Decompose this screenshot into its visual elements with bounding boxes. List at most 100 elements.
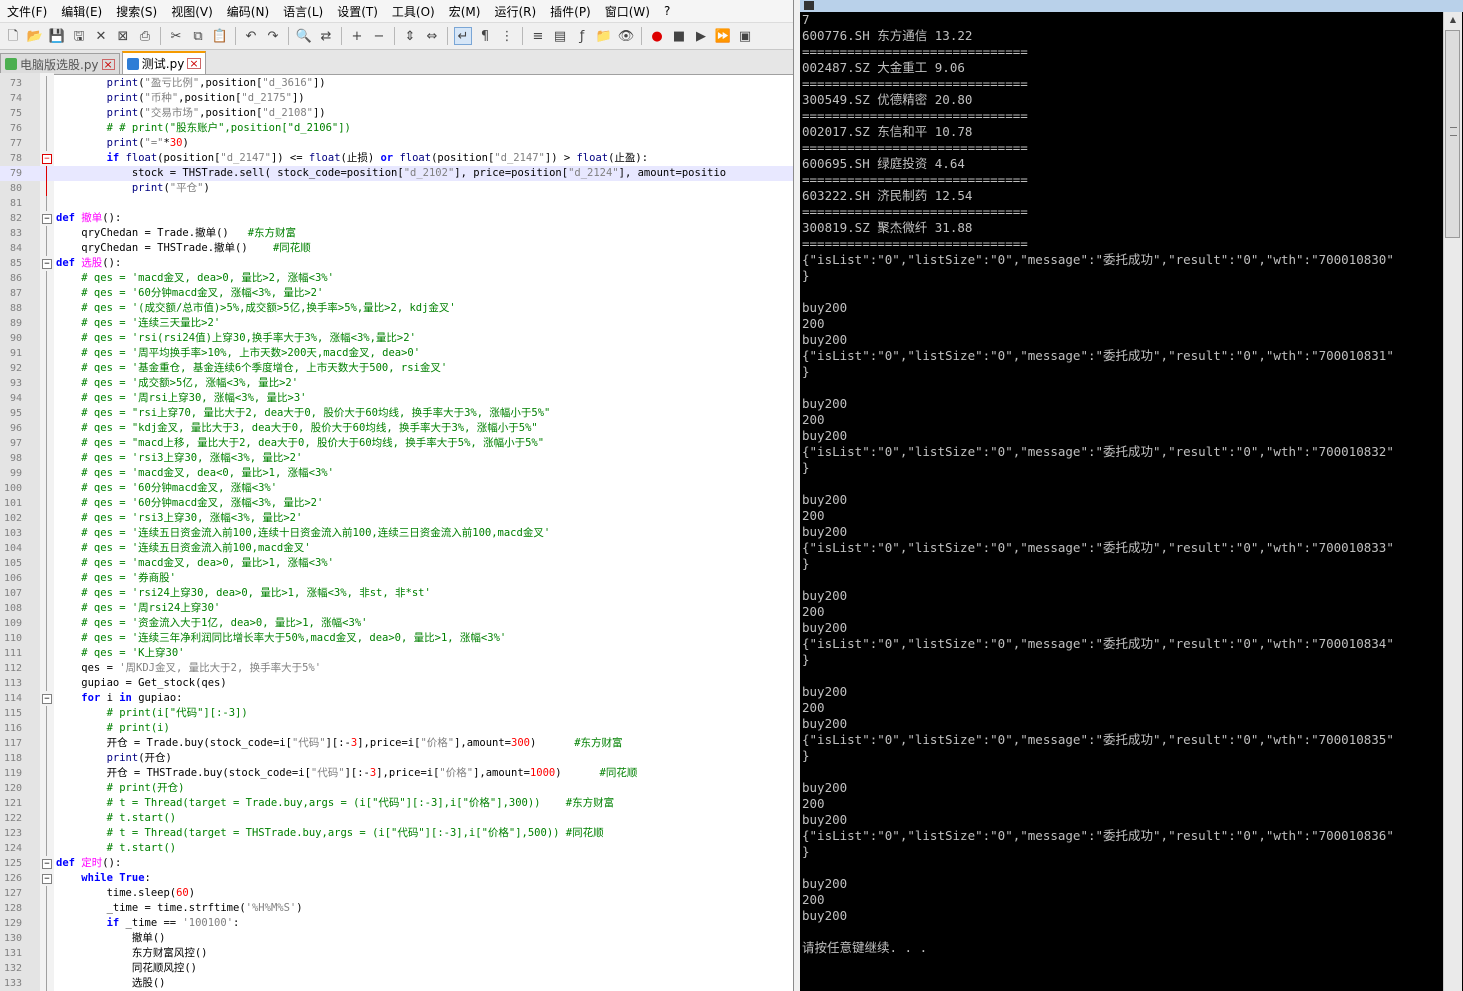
code-line[interactable]: 115 # print(i["代码"][:-3]): [0, 706, 793, 721]
print-icon[interactable]: ⎙: [136, 27, 154, 45]
code-line[interactable]: 95 # qes = "rsi上穿70, 量比大于2, dea大于0, 股价大于…: [0, 406, 793, 421]
menu-item[interactable]: 窗口(W): [598, 3, 657, 20]
find-icon[interactable]: 🔍: [295, 27, 313, 45]
code-line[interactable]: 89 # qes = '连续三天量比>2': [0, 316, 793, 331]
close-tab-icon[interactable]: ×: [187, 58, 201, 69]
code-line[interactable]: 94 # qes = '周rsi上穿30, 涨幅<3%, 量比>3': [0, 391, 793, 406]
redo-icon[interactable]: ↷: [264, 27, 282, 45]
code-line[interactable]: 125 − def 定时():: [0, 856, 793, 871]
code-line[interactable]: 73 print("盈亏比例",position["d_3616"]): [0, 76, 793, 91]
code-line[interactable]: 92 # qes = '基金重仓, 基金连续6个季度增仓, 上市天数大于500,…: [0, 361, 793, 376]
code-line[interactable]: 84 qryChedan = THSTrade.撤单() #同花顺: [0, 241, 793, 256]
function-list-icon[interactable]: ƒ: [573, 27, 591, 45]
play-macro-icon[interactable]: ▶: [692, 27, 710, 45]
menu-item[interactable]: 语言(L): [276, 3, 330, 20]
code-line[interactable]: 124 # t.start(): [0, 841, 793, 856]
code-line[interactable]: 78 − if float(position["d_2147"]) <= floa…: [0, 151, 793, 166]
fold-toggle-icon[interactable]: −: [42, 874, 52, 884]
code-line[interactable]: 123 # t = Thread(target = THSTrade.buy,a…: [0, 826, 793, 841]
code-line[interactable]: 127 time.sleep(60): [0, 886, 793, 901]
code-line[interactable]: 111 # qes = 'K上穿30': [0, 646, 793, 661]
menu-item[interactable]: 插件(P): [543, 3, 598, 20]
code-line[interactable]: 109 # qes = '资金流入大于1亿, dea>0, 量比>1, 涨幅<3…: [0, 616, 793, 631]
code-line[interactable]: 130 撤单(): [0, 931, 793, 946]
code-editor[interactable]: 73 print("盈亏比例",position["d_3616"]) 74 pr…: [0, 73, 793, 991]
menu-item[interactable]: 搜索(S): [109, 3, 164, 20]
run-macro-multiple-icon[interactable]: ⏩: [714, 27, 732, 45]
sync-v-icon[interactable]: ⇕: [401, 27, 419, 45]
code-line[interactable]: 132 同花顺风控(): [0, 961, 793, 976]
code-line[interactable]: 129 if _time == '100100':: [0, 916, 793, 931]
code-line[interactable]: 81: [0, 196, 793, 211]
scroll-up-arrow-icon[interactable]: ▲: [1444, 12, 1462, 28]
menu-item[interactable]: 运行(R): [487, 3, 543, 20]
code-line[interactable]: 119 开仓 = THSTrade.buy(stock_code=i["代码"]…: [0, 766, 793, 781]
code-line[interactable]: 75 print("交易市场",position["d_2108"]): [0, 106, 793, 121]
word-wrap-icon[interactable]: ↵: [454, 27, 472, 45]
stop-record-icon[interactable]: ■: [670, 27, 688, 45]
menu-item[interactable]: ?: [657, 4, 677, 18]
new-file-icon[interactable]: 🗋: [4, 27, 22, 45]
indent-guide-icon[interactable]: ⋮: [498, 27, 516, 45]
menu-item[interactable]: 视图(V): [164, 3, 220, 20]
file-tab[interactable]: 测试.py ×: [121, 51, 206, 74]
code-line[interactable]: 108 # qes = '周rsi24上穿30': [0, 601, 793, 616]
cut-icon[interactable]: ✂: [167, 27, 185, 45]
close-icon[interactable]: ✕: [92, 27, 110, 45]
code-line[interactable]: 114 − for i in gupiao:: [0, 691, 793, 706]
doc-map-icon[interactable]: ▤: [551, 27, 569, 45]
code-line[interactable]: 116 # print(i): [0, 721, 793, 736]
fold-toggle-icon[interactable]: −: [42, 259, 52, 269]
code-line[interactable]: 97 # qes = "macd上移, 量比大于2, dea大于0, 股价大于6…: [0, 436, 793, 451]
code-line[interactable]: 79 stock = THSTrade.sell( stock_code=pos…: [0, 166, 793, 181]
code-line[interactable]: 76 # # print("股东账户",position["d_2106"]): [0, 121, 793, 136]
code-line[interactable]: 101 # qes = '60分钟macd金叉, 涨幅<3%, 量比>2': [0, 496, 793, 511]
sync-h-icon[interactable]: ⇔: [423, 27, 441, 45]
code-line[interactable]: 102 # qes = 'rsi3上穿30, 涨幅<3%, 量比>2': [0, 511, 793, 526]
copy-icon[interactable]: ⧉: [189, 27, 207, 45]
code-line[interactable]: 110 # qes = '连续三年净利润同比增长率大于50%,macd金叉, d…: [0, 631, 793, 646]
file-tab[interactable]: 电脑版选股.py ×: [0, 53, 120, 74]
code-line[interactable]: 112 qes = '周KDJ金叉, 量比大于2, 换手率大于5%': [0, 661, 793, 676]
code-line[interactable]: 98 # qes = 'rsi3上穿30, 涨幅<3%, 量比>2': [0, 451, 793, 466]
folder-workspace-icon[interactable]: 📁: [595, 27, 613, 45]
code-line[interactable]: 85 − def 选股():: [0, 256, 793, 271]
open-file-icon[interactable]: 📂: [26, 27, 44, 45]
paste-icon[interactable]: 📋: [211, 27, 229, 45]
zoom-out-icon[interactable]: −: [370, 27, 388, 45]
code-line[interactable]: 87 # qes = '60分钟macd金叉, 涨幅<3%, 量比>2': [0, 286, 793, 301]
save-macro-icon[interactable]: ▣: [736, 27, 754, 45]
code-line[interactable]: 133 选股(): [0, 976, 793, 991]
code-line[interactable]: 131 东方财富风控(): [0, 946, 793, 961]
code-line[interactable]: 107 # qes = 'rsi24上穿30, dea>0, 量比>1, 涨幅<…: [0, 586, 793, 601]
save-icon[interactable]: 💾: [48, 27, 66, 45]
code-line[interactable]: 83 qryChedan = Trade.撤单() #东方财富: [0, 226, 793, 241]
menu-item[interactable]: 编码(N): [220, 3, 276, 20]
code-line[interactable]: 106 # qes = '券商股': [0, 571, 793, 586]
undo-icon[interactable]: ↶: [242, 27, 260, 45]
console-scrollbar[interactable]: ▲: [1443, 12, 1462, 991]
menu-item[interactable]: 文件(F): [0, 3, 54, 20]
code-line[interactable]: 121 # t = Thread(target = Trade.buy,args…: [0, 796, 793, 811]
code-line[interactable]: 126 − while True:: [0, 871, 793, 886]
code-line[interactable]: 104 # qes = '连续五日资金流入前100,macd金叉': [0, 541, 793, 556]
code-line[interactable]: 113 gupiao = Get_stock(qes): [0, 676, 793, 691]
show-all-chars-icon[interactable]: ¶: [476, 27, 494, 45]
code-line[interactable]: 82 − def 撤单():: [0, 211, 793, 226]
code-line[interactable]: 103 # qes = '连续五日资金流入前100,连续十日资金流入前100,连…: [0, 526, 793, 541]
code-line[interactable]: 74 print("币种",position["d_2175"]): [0, 91, 793, 106]
udl-icon[interactable]: ≡: [529, 27, 547, 45]
menu-item[interactable]: 设置(T): [330, 3, 385, 20]
monitoring-icon[interactable]: 👁: [617, 27, 635, 45]
scrollbar-thumb[interactable]: [1445, 30, 1460, 238]
fold-toggle-icon[interactable]: −: [42, 154, 52, 164]
menu-item[interactable]: 宏(M): [442, 3, 488, 20]
code-line[interactable]: 128 _time = time.strftime('%H%M%S'): [0, 901, 793, 916]
close-tab-icon[interactable]: ×: [101, 58, 115, 70]
code-line[interactable]: 88 # qes = '(成交额/总市值)>5%,成交额>5亿,换手率>5%,量…: [0, 301, 793, 316]
code-line[interactable]: 117 开仓 = Trade.buy(stock_code=i["代码"][:-…: [0, 736, 793, 751]
code-line[interactable]: 90 # qes = 'rsi(rsi24值)上穿30,换手率大于3%, 涨幅<…: [0, 331, 793, 346]
code-line[interactable]: 93 # qes = '成交额>5亿, 涨幅<3%, 量比>2': [0, 376, 793, 391]
code-line[interactable]: 99 # qes = 'macd金叉, dea<0, 量比>1, 涨幅<3%': [0, 466, 793, 481]
code-line[interactable]: 118 print(开仓): [0, 751, 793, 766]
